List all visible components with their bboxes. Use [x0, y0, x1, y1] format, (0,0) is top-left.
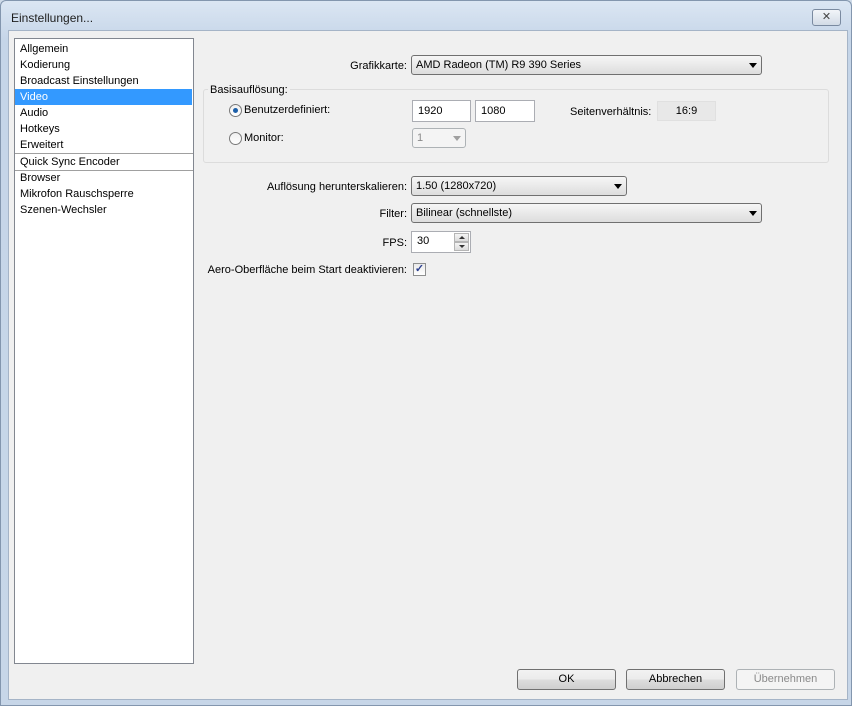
- spin-down-icon[interactable]: [454, 242, 469, 251]
- nav-item-browser[interactable]: Browser: [15, 170, 192, 186]
- nav-item-broadcast[interactable]: Broadcast Einstellungen: [15, 73, 192, 89]
- dialog-client-area: Allgemein Kodierung Broadcast Einstellun…: [8, 30, 848, 700]
- monitor-select[interactable]: 1: [412, 128, 466, 148]
- custom-resolution-label: Benutzerdefiniert:: [244, 104, 331, 116]
- nav-item-video[interactable]: Video: [15, 89, 192, 105]
- aero-label: Aero-Oberfläche beim Start deaktivieren:: [207, 264, 407, 276]
- cancel-button[interactable]: Abbrechen: [626, 669, 725, 690]
- close-icon: ✕: [821, 11, 832, 23]
- monitor-radio[interactable]: [229, 132, 242, 145]
- gpu-select[interactable]: AMD Radeon (TM) R9 390 Series: [411, 55, 762, 75]
- gpu-label: Grafikkarte:: [350, 60, 407, 72]
- filter-label: Filter:: [379, 208, 408, 220]
- fps-value: 30: [417, 235, 430, 247]
- filter-select-value: Bilinear (schnellste): [416, 207, 512, 219]
- nav-item-mikrofon[interactable]: Mikrofon Rauschsperre: [15, 186, 192, 202]
- settings-category-list: Allgemein Kodierung Broadcast Einstellun…: [14, 38, 194, 664]
- width-input[interactable]: 1920: [412, 100, 471, 122]
- aspect-ratio-label: Seitenverhältnis:: [570, 106, 652, 118]
- close-button[interactable]: ✕: [812, 9, 841, 26]
- chevron-down-icon: [614, 184, 622, 189]
- monitor-select-value: 1: [417, 132, 424, 144]
- downscale-select-value: 1.50 (1280x720): [416, 180, 497, 192]
- aero-checkbox[interactable]: ✓: [413, 263, 426, 276]
- nav-item-erweitert[interactable]: Erweitert: [15, 137, 192, 153]
- nav-item-audio[interactable]: Audio: [15, 105, 192, 121]
- height-input[interactable]: 1080: [475, 100, 535, 122]
- fps-stepper[interactable]: 30: [411, 231, 471, 253]
- window-title: Einstellungen...: [11, 11, 94, 25]
- fps-label: FPS:: [382, 237, 407, 249]
- nav-item-hotkeys[interactable]: Hotkeys: [15, 121, 192, 137]
- base-resolution-title: Basisauflösung:: [208, 83, 290, 97]
- downscale-select[interactable]: 1.50 (1280x720): [411, 176, 627, 196]
- title-bar[interactable]: Einstellungen... ✕: [1, 1, 851, 31]
- ok-button[interactable]: OK: [517, 669, 616, 690]
- nav-item-szenen-wechsler[interactable]: Szenen-Wechsler: [15, 202, 192, 218]
- chevron-down-icon: [749, 63, 757, 68]
- radio-selected-dot: [233, 108, 238, 113]
- apply-button[interactable]: Übernehmen: [736, 669, 835, 690]
- monitor-label: Monitor:: [244, 132, 284, 144]
- custom-resolution-radio[interactable]: [229, 104, 242, 117]
- downscale-label: Auflösung herunterskalieren:: [266, 181, 407, 193]
- chevron-down-icon: [749, 211, 757, 216]
- nav-item-kodierung[interactable]: Kodierung: [15, 57, 192, 73]
- chevron-down-icon: [453, 136, 461, 141]
- aspect-ratio-value: 16:9: [657, 101, 716, 121]
- spin-up-icon[interactable]: [454, 233, 469, 242]
- gpu-select-value: AMD Radeon (TM) R9 390 Series: [416, 59, 582, 71]
- nav-item-allgemein[interactable]: Allgemein: [15, 41, 192, 57]
- filter-select[interactable]: Bilinear (schnellste): [411, 203, 762, 223]
- nav-item-quick-sync[interactable]: Quick Sync Encoder: [15, 154, 192, 170]
- check-icon: ✓: [414, 263, 425, 275]
- settings-window: Einstellungen... ✕ Allgemein Kodierung B…: [0, 0, 852, 706]
